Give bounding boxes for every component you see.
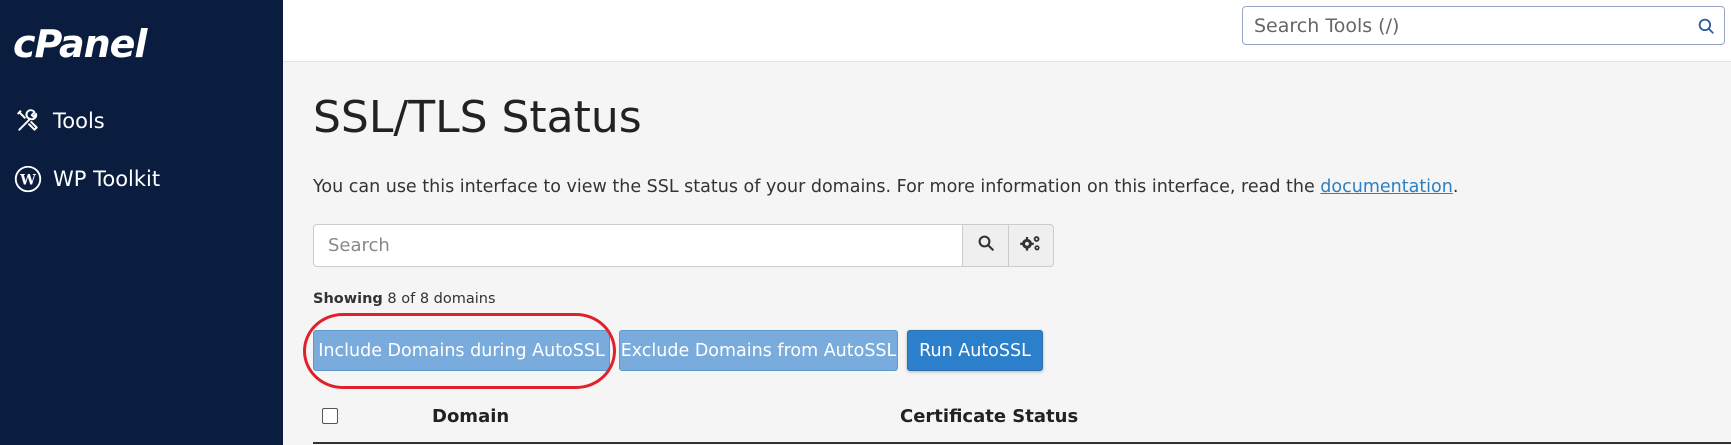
sidebar-item-label: WP Toolkit <box>53 167 161 191</box>
domain-search-row <box>313 224 1054 267</box>
showing-label: Showing <box>313 291 383 307</box>
top-bar <box>283 0 1731 62</box>
sidebar: cPanel Tools W WP Toolkit <box>0 0 283 445</box>
gears-icon <box>1019 233 1043 258</box>
wordpress-icon: W <box>13 164 43 194</box>
intro-text-end: . <box>1452 177 1459 197</box>
column-header-certificate-status[interactable]: Certificate Status <box>900 406 1078 427</box>
svg-text:W: W <box>19 172 36 188</box>
domains-table-header: Domain Certificate Status <box>313 392 1731 444</box>
run-autossl-button[interactable]: Run AutoSSL <box>907 330 1043 371</box>
autossl-button-row: Include Domains during AutoSSL Exclude D… <box>313 330 1043 371</box>
showing-value: 8 of 8 domains <box>387 291 496 307</box>
main-content: SSL/TLS Status You can use this interfac… <box>283 62 1731 445</box>
domain-search-input[interactable] <box>313 224 963 267</box>
settings-button[interactable] <box>1009 224 1054 267</box>
documentation-link[interactable]: documentation <box>1320 177 1453 197</box>
showing-count: Showing 8 of 8 domains <box>313 291 496 307</box>
select-all-checkbox[interactable] <box>322 408 338 424</box>
tool-search-box <box>1242 6 1725 45</box>
sidebar-item-tools[interactable]: Tools <box>13 106 105 136</box>
page-title: SSL/TLS Status <box>313 92 642 143</box>
tool-search-input[interactable] <box>1243 7 1688 44</box>
sidebar-item-wp-toolkit[interactable]: W WP Toolkit <box>13 164 160 194</box>
cpanel-logo[interactable]: cPanel <box>13 22 147 66</box>
sidebar-item-label: Tools <box>53 109 105 133</box>
search-icon[interactable] <box>1688 17 1724 35</box>
exclude-domains-button[interactable]: Exclude Domains from AutoSSL <box>619 330 898 371</box>
search-icon <box>977 234 995 257</box>
column-header-domain[interactable]: Domain <box>432 406 509 427</box>
intro-text-body: You can use this interface to view the S… <box>313 177 1321 197</box>
include-domains-button[interactable]: Include Domains during AutoSSL <box>313 330 610 371</box>
tools-icon <box>13 106 43 136</box>
intro-text: You can use this interface to view the S… <box>313 177 1458 197</box>
search-button[interactable] <box>963 224 1009 267</box>
